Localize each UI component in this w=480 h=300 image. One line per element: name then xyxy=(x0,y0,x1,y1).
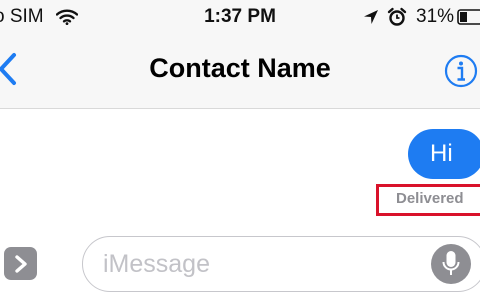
status-bar: o SIM 1:37 PM 31% xyxy=(0,0,480,36)
microphone-button[interactable] xyxy=(431,244,471,284)
location-arrow-icon xyxy=(364,10,378,24)
message-field[interactable] xyxy=(82,236,480,292)
microphone-icon xyxy=(442,251,460,275)
alarm-clock-icon xyxy=(387,7,407,26)
delivery-status: Delivered xyxy=(396,190,464,207)
status-time: 1:37 PM xyxy=(204,6,276,27)
chevron-right-icon xyxy=(15,255,27,273)
outgoing-message-bubble[interactable]: Hi xyxy=(408,129,480,179)
battery-percent: 31% xyxy=(416,6,455,27)
message-input[interactable] xyxy=(103,247,423,281)
header-area: o SIM 1:37 PM 31% Contact Name xyxy=(0,0,480,109)
contact-name-title[interactable]: Contact Name xyxy=(0,53,480,84)
battery-icon xyxy=(457,9,480,25)
info-icon[interactable] xyxy=(444,54,478,88)
nav-bar: Contact Name xyxy=(0,36,480,108)
apps-button[interactable] xyxy=(4,247,37,280)
